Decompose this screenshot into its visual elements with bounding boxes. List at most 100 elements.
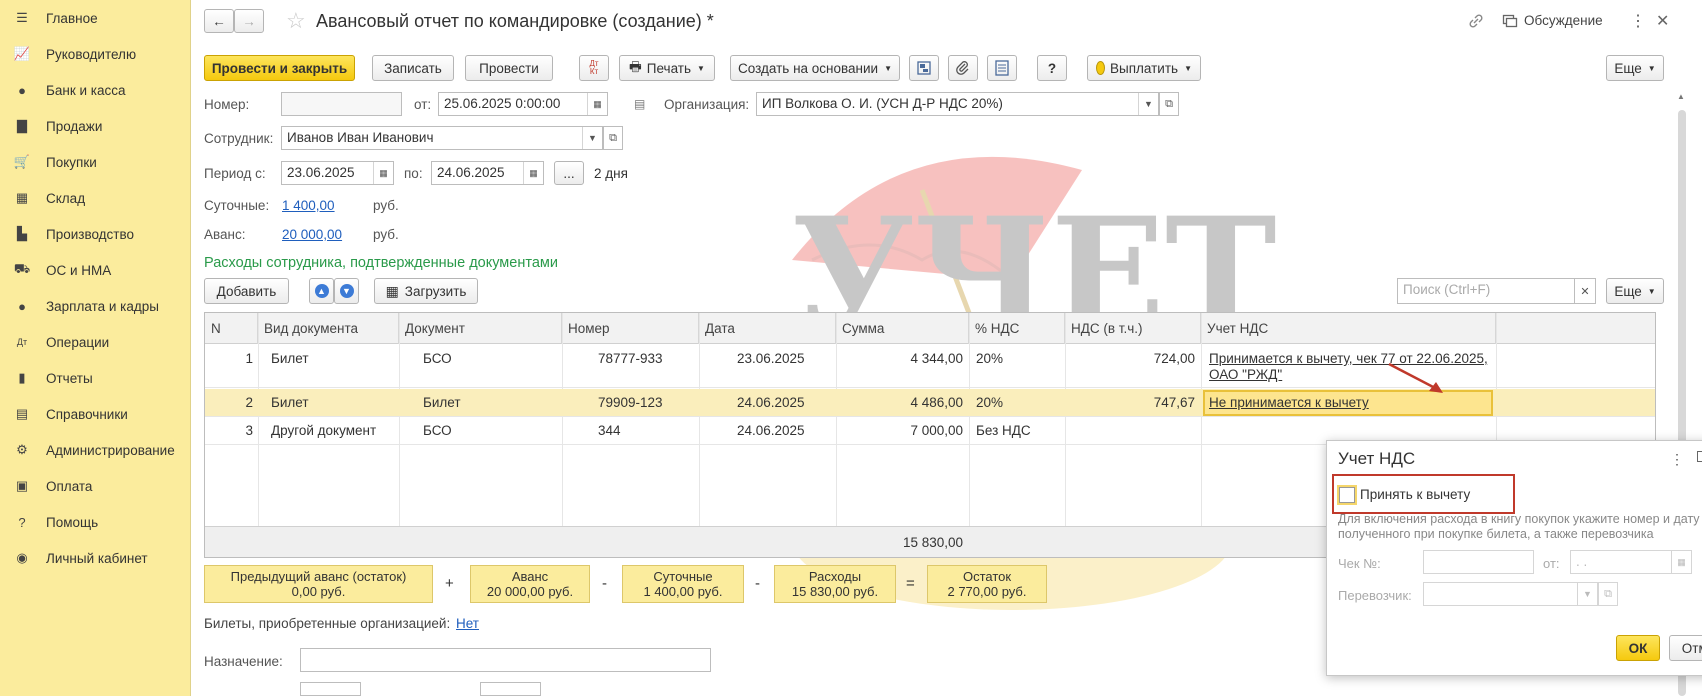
move-up-button[interactable]: ▲	[309, 278, 334, 304]
sidebar-item-4[interactable]: ▇ Продажи	[0, 111, 191, 141]
discussion-icon[interactable]	[1502, 13, 1518, 29]
add-button[interactable]: Добавить	[204, 278, 289, 304]
sidebar-item-15[interactable]: ? Помощь	[0, 507, 191, 537]
daily-allowance-link[interactable]: 1 400,00	[282, 198, 335, 213]
sidebar-item-6[interactable]: ▦ Склад	[0, 183, 191, 213]
column-header-vat-rate[interactable]: % НДС	[969, 313, 1065, 344]
summary-daily: Суточные 1 400,00 руб.	[622, 565, 744, 603]
more-button[interactable]: Еще ▼	[1606, 55, 1664, 81]
accept-deduction-checkbox[interactable]	[1339, 487, 1355, 503]
search-input[interactable]: Поиск (Ctrl+F)	[1397, 278, 1587, 304]
save-button[interactable]: Записать	[372, 55, 454, 81]
period-to-field[interactable]: 24.06.2025 ▦	[431, 161, 544, 185]
ok-button[interactable]: ОК	[1616, 635, 1660, 661]
period-from-field[interactable]: 23.06.2025 ▦	[281, 161, 394, 185]
sidebar-item-16[interactable]: ◉ Личный кабинет	[0, 543, 191, 573]
chevron-down-icon: ▼	[697, 63, 705, 73]
help-button[interactable]: ?	[1037, 55, 1067, 81]
calendar-icon: ▦	[1671, 551, 1691, 573]
more-menu-icon[interactable]: ⋮	[1630, 11, 1646, 31]
dropdown-arrow-icon[interactable]: ▼	[1138, 93, 1158, 115]
employee-label: Сотрудник:	[204, 131, 274, 146]
bottom-field-1[interactable]	[300, 682, 361, 696]
post-and-close-button[interactable]: Провести и закрыть	[204, 55, 355, 81]
column-header-date[interactable]: Дата	[699, 313, 836, 344]
open-organization-button[interactable]: ⧉	[1159, 92, 1179, 116]
expenses-section-title: Расходы сотрудника, подтвержденные докум…	[204, 255, 558, 271]
select-period-button[interactable]: ...	[554, 161, 584, 185]
bag-icon: ▇	[17, 118, 27, 133]
sidebar-item-7[interactable]: ▙ Производство	[0, 219, 191, 249]
report-button[interactable]	[987, 55, 1017, 81]
link-icon[interactable]	[1468, 13, 1484, 29]
sidebar-item-5[interactable]: 🛒 Покупки	[0, 147, 191, 177]
create-based-on-button[interactable]: Создать на основании ▼	[730, 55, 900, 81]
attach-button[interactable]	[948, 55, 978, 81]
column-header-vat-accounting[interactable]: Учет НДС	[1201, 313, 1496, 344]
close-icon: ✕	[1580, 285, 1590, 298]
pay-button[interactable]: Выплатить ▼	[1087, 55, 1201, 81]
sidebar-item-12[interactable]: ▤ Справочники	[0, 399, 191, 429]
sidebar-item-1[interactable]: ☰ Главное	[0, 3, 191, 33]
dt-kt-button[interactable]: Дт Кт	[579, 55, 609, 81]
sidebar-item-9[interactable]: ● Зарплата и кадры	[0, 291, 191, 321]
sidebar-item-label: Главное	[46, 10, 98, 26]
summary-prev-advance: Предыдущий аванс (остаток) 0,00 руб.	[204, 565, 433, 603]
more-menu-icon[interactable]: ⋮	[1670, 451, 1684, 468]
open-employee-button[interactable]: ⧉	[603, 126, 623, 150]
close-icon[interactable]: ✕	[1656, 11, 1669, 31]
chevron-down-icon: ▼	[1647, 286, 1656, 296]
number-field[interactable]	[281, 92, 402, 116]
sidebar-item-11[interactable]: ▮ Отчеты	[0, 363, 191, 393]
cancel-button[interactable]: Отмена	[1669, 635, 1702, 661]
sidebar-item-2[interactable]: 📈 Руководителю	[0, 39, 191, 69]
sidebar-item-8[interactable]: ⛟ ОС и НМА	[0, 255, 191, 285]
load-button[interactable]: ▦ Загрузить	[374, 278, 478, 304]
vat-accounting-link-cont[interactable]: ОАО "РЖД"	[1209, 367, 1282, 382]
favorite-star-icon[interactable]: ☆	[286, 8, 306, 34]
column-header-vat[interactable]: НДС (в т.ч.)	[1065, 313, 1201, 344]
sidebar-item-13[interactable]: ⚙ Администрирование	[0, 435, 191, 465]
page-title: Авансовый отчет по командировке (создани…	[316, 11, 714, 31]
scroll-up-icon[interactable]: ▲	[1677, 92, 1685, 101]
open-carrier-button: ⧉	[1598, 582, 1618, 606]
move-down-button[interactable]: ▼	[334, 278, 359, 304]
sidebar-item-14[interactable]: ▣ Оплата	[0, 471, 191, 501]
post-button[interactable]: Провести	[465, 55, 553, 81]
column-header-n[interactable]: N	[205, 313, 258, 344]
purpose-field[interactable]	[300, 648, 711, 672]
column-header-sum[interactable]: Сумма	[836, 313, 969, 344]
dt-kt-icon: Дт	[16, 337, 28, 347]
discussion-button[interactable]: Обсуждение	[1524, 13, 1603, 28]
print-button[interactable]: 🖶 Печать ▼	[619, 55, 715, 81]
column-header-doc-kind[interactable]: Вид документа	[258, 313, 399, 344]
sidebar-item-3[interactable]: ● Банк и касса	[0, 75, 191, 105]
tickets-link[interactable]: Нет	[456, 616, 479, 631]
structure-button[interactable]	[909, 55, 939, 81]
forward-button[interactable]: →	[234, 9, 264, 33]
calendar-icon[interactable]: ▦	[523, 162, 543, 184]
table-more-button[interactable]: Еще ▼	[1606, 278, 1664, 304]
bottom-field-2[interactable]	[480, 682, 541, 696]
advance-link[interactable]: 20 000,00	[282, 227, 342, 242]
column-header-number[interactable]: Номер	[562, 313, 699, 344]
column-header-document[interactable]: Документ	[399, 313, 562, 344]
maximize-icon[interactable]	[1697, 451, 1702, 462]
clear-search-button[interactable]: ✕	[1574, 278, 1596, 304]
sidebar-item-label: Продажи	[46, 118, 103, 134]
organization-field[interactable]: ИП Волкова О. И. (УСН Д-Р НДС 20%) ▼	[756, 92, 1159, 116]
cell-n: 3	[245, 423, 253, 438]
accept-deduction-label[interactable]: Принять к вычету	[1360, 487, 1470, 502]
calendar-icon[interactable]: ▦	[587, 93, 607, 115]
dropdown-arrow-icon[interactable]: ▼	[582, 127, 602, 149]
document-date-field[interactable]: 25.06.2025 0:00:00 ▦	[438, 92, 608, 116]
vat-accounting-link[interactable]: Не принимается к вычету	[1209, 395, 1369, 410]
dropdown-arrow-icon: ▼	[1577, 583, 1597, 605]
number-label: Номер:	[204, 97, 250, 112]
employee-field[interactable]: Иванов Иван Иванович ▼	[281, 126, 603, 150]
back-button[interactable]: ←	[204, 9, 234, 33]
calendar-icon[interactable]: ▦	[373, 162, 393, 184]
sidebar-item-10[interactable]: Дт Операции	[0, 327, 191, 357]
menu-icon: ☰	[16, 10, 28, 25]
sidebar-item-label: Помощь	[46, 514, 99, 530]
